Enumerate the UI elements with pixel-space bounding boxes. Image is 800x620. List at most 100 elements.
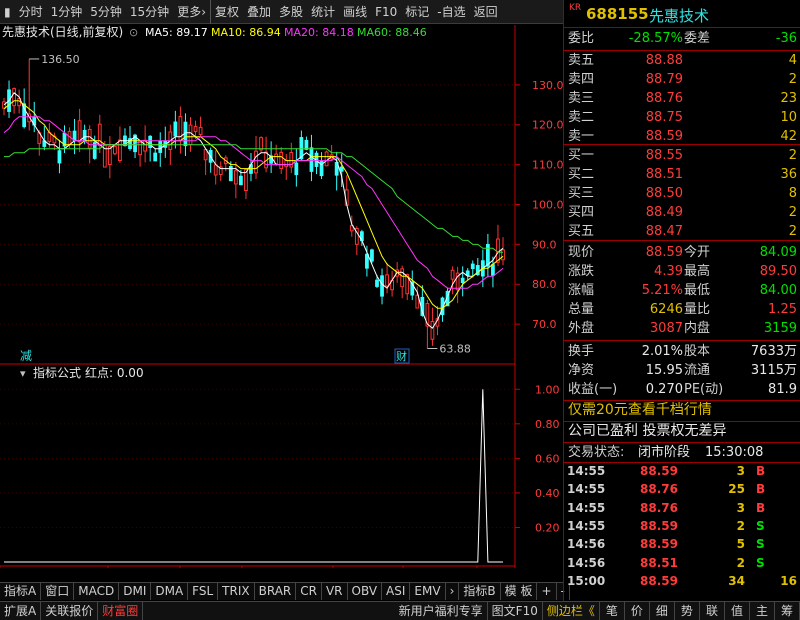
ma10-label: MA10: 86.94	[211, 26, 281, 39]
order-volume: 2	[788, 224, 797, 239]
chart-settings-icon[interactable]: ⊙	[129, 26, 138, 39]
tab-zhu[interactable]: 主	[750, 602, 775, 620]
trade-volume: 3	[736, 464, 745, 478]
btn-expand-a[interactable]: 扩展A	[0, 602, 42, 620]
order-volume: 23	[780, 91, 797, 106]
tab-macd[interactable]: MACD	[74, 583, 120, 600]
level2-promo[interactable]: 仅需20元查看千档行情	[564, 400, 800, 421]
btn-fanhui[interactable]: 返回	[470, 0, 502, 24]
sell-order-row[interactable]: 卖四 88.79 2	[564, 69, 800, 90]
buy-order-row[interactable]: 买二 88.51 36	[564, 164, 800, 185]
trade-row[interactable]: 14:55 88.76 3 B	[564, 499, 800, 517]
btn-fuquan[interactable]: 复权	[210, 0, 243, 24]
tab-zhi[interactable]: 值	[725, 602, 750, 620]
tab-jia[interactable]: 价	[625, 602, 650, 620]
tab-obv[interactable]: OBV	[348, 583, 383, 600]
trade-row[interactable]: 14:55 88.76 25 B	[564, 480, 800, 498]
tab-bi[interactable]: 笔	[600, 602, 625, 620]
sell-order-row[interactable]: 卖二 88.75 10	[564, 107, 800, 128]
candle-body	[77, 120, 82, 143]
sell-order-row[interactable]: 卖五 88.88 4	[564, 50, 800, 71]
weicha-label: 委差	[684, 31, 711, 46]
tab-brar[interactable]: BRAR	[255, 583, 297, 600]
tab-dma[interactable]: DMA	[151, 583, 189, 600]
trade-status: 交易状态: 闭市阶段 15:30:08	[564, 442, 800, 463]
indicator-title: 指标公式	[33, 365, 81, 380]
trade-volume: 25	[728, 482, 745, 497]
btn-sidebar[interactable]: 侧边栏《	[543, 602, 600, 620]
stat-value-2: 89.50	[759, 264, 797, 279]
period-5min[interactable]: 5分钟	[86, 0, 126, 24]
btn-f10[interactable]: F10	[371, 0, 401, 24]
chart-area[interactable]: 70.0 80.0 90.0 100.0 110.0 120.0 130.0 0.20 0.4…	[0, 24, 564, 582]
tab-template[interactable]: 模 板	[501, 583, 538, 600]
fundamental-row: 收益(一) 0.270 PE(动) 81.9	[564, 379, 800, 400]
btn-duogu[interactable]: 多股	[275, 0, 307, 24]
tab-chou[interactable]: 筹	[775, 602, 800, 620]
btn-biaoji[interactable]: 标记	[401, 0, 433, 24]
buy-order-row[interactable]: 买五 88.47 2	[564, 221, 800, 242]
trade-row[interactable]: 15:00 88.59 34 16	[564, 572, 800, 590]
order-price: 88.75	[645, 110, 683, 125]
tab-indicator-b[interactable]: 指标B	[459, 583, 501, 600]
buy-order-row[interactable]: 买三 88.50 8	[564, 183, 800, 204]
period-15min[interactable]: 15分钟	[126, 0, 173, 24]
btn-wealth-circle[interactable]: 财富圈	[98, 602, 144, 620]
tab-vr[interactable]: VR	[322, 583, 348, 600]
btn-zixuan[interactable]: -自选	[433, 0, 469, 24]
tab-window[interactable]: 窗口	[41, 583, 75, 600]
tab-lian[interactable]: 联	[700, 602, 725, 620]
buy-order-row[interactable]: 买四 88.49 2	[564, 202, 800, 223]
stock-name: 先惠技术	[649, 7, 710, 25]
stat-label: 换手	[568, 344, 595, 359]
btn-huaxian[interactable]: 画线	[339, 0, 371, 24]
period-fenshi[interactable]: 分时	[15, 0, 47, 24]
btn-tongji[interactable]: 统计	[307, 0, 339, 24]
tab-xi[interactable]: 细	[650, 602, 675, 620]
order-volume: 2	[788, 148, 797, 163]
trade-price: 88.76	[640, 500, 678, 515]
tab-shi[interactable]: 势	[675, 602, 700, 620]
trade-price: 88.59	[640, 537, 678, 552]
kline-chart[interactable]: 70.0 80.0 90.0 100.0 110.0 120.0 130.0 0.20 0.4…	[0, 24, 564, 582]
trade-time: 15:00	[567, 573, 606, 588]
candle-body	[233, 170, 238, 185]
tab-cr[interactable]: CR	[296, 583, 322, 600]
ind-y-tick-label: 0.80	[535, 418, 560, 431]
tab-fsl[interactable]: FSL	[188, 583, 219, 600]
stat-value-2: 1.25	[768, 302, 797, 317]
kr-badge: KR	[569, 3, 582, 13]
chevron-right-icon[interactable]: ›	[446, 583, 460, 600]
toolbar-menu-icon[interactable]: ▮	[0, 0, 15, 24]
sell-order-row[interactable]: 卖三 88.76 23	[564, 88, 800, 109]
buy-order-row[interactable]: 买一 88.55 2	[564, 145, 800, 166]
btn-f10-graphic[interactable]: 图文F10	[488, 602, 543, 620]
period-1min[interactable]: 1分钟	[47, 0, 87, 24]
trade-row[interactable]: 14:56 88.59 5 S	[564, 535, 800, 553]
order-level-label: 买五	[568, 224, 595, 239]
trade-row[interactable]: 14:55 88.59 3 B	[564, 462, 800, 480]
stat-label: 现价	[568, 245, 595, 260]
period-more[interactable]: 更多›	[173, 0, 210, 24]
tab-trix[interactable]: TRIX	[218, 583, 255, 600]
ind-y-tick-label: 0.20	[535, 521, 560, 534]
trade-row[interactable]: 14:56 88.51 2 S	[564, 554, 800, 572]
candle-body	[87, 128, 92, 149]
btn-diejia[interactable]: 叠加	[243, 0, 275, 24]
tab-emv[interactable]: EMV	[410, 583, 446, 600]
order-price: 88.76	[645, 91, 683, 106]
plus-icon[interactable]: +	[537, 583, 557, 600]
tab-asi[interactable]: ASI	[382, 583, 411, 600]
tab-indicator-a[interactable]: 指标A	[0, 583, 42, 600]
btn-related-quote[interactable]: 关联报价	[41, 602, 99, 620]
trade-side: B	[756, 482, 766, 497]
stat-value-2: 84.00	[759, 283, 797, 298]
ma5-label: MA5: 89.17	[145, 26, 208, 39]
weicha-value: -36	[775, 31, 797, 46]
btn-new-user-benefit[interactable]: 新用户福利专享	[395, 602, 488, 620]
tab-dmi[interactable]: DMI	[119, 583, 152, 600]
trade-row[interactable]: 14:55 88.59 2 S	[564, 517, 800, 535]
indicator-collapse-icon[interactable]: ▾	[20, 367, 26, 380]
high-price-label: 136.50	[41, 53, 80, 66]
candle-body	[213, 164, 218, 176]
